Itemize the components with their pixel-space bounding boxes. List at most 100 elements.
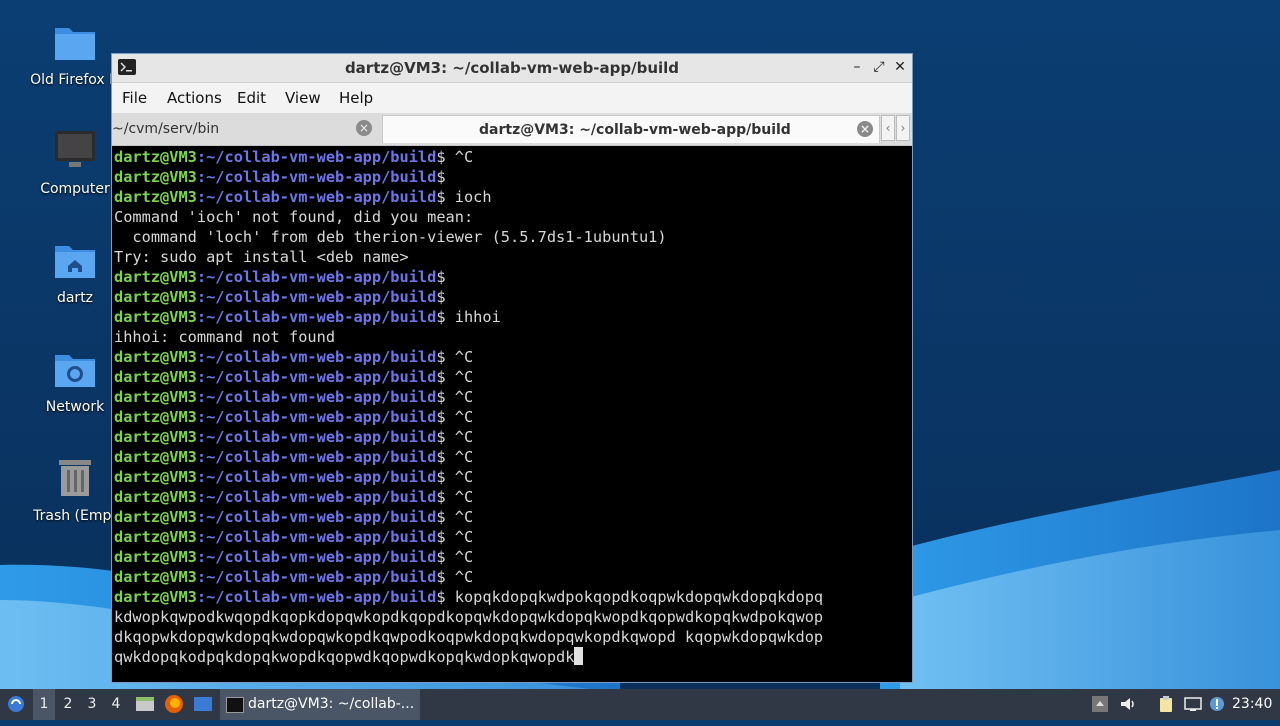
tab-label: dartz@VM3: ~/collab-vm-web-app/build [479, 122, 791, 138]
prompt-path: :~/collab-vm-web-app/build [196, 528, 437, 546]
line-text: $ kopqkdopqkwdpokqopdkoqpwkdopqwkdopqkdo… [436, 588, 824, 606]
prompt-path: :~/collab-vm-web-app/build [196, 268, 437, 286]
workspace-3[interactable]: 3 [81, 689, 103, 720]
prompt-user: dartz@VM3 [114, 288, 197, 306]
terminal-line: dartz@VM3:~/collab-vm-web-app/build$ ^C [114, 527, 910, 547]
line-text: $ [436, 288, 446, 306]
line-text: $ ioch [436, 188, 492, 206]
menubar: File Actions Edit View Help [112, 83, 912, 113]
line-text: $ ^C [436, 148, 474, 166]
prompt-path: :~/collab-vm-web-app/build [196, 408, 437, 426]
terminal-output[interactable]: dartz@VM3:~/collab-vm-web-app/build$ ^C d… [114, 147, 910, 679]
update-notifier-icon[interactable] [1208, 695, 1226, 713]
terminal-line: command 'loch' from deb therion-viewer (… [114, 227, 910, 247]
prompt-user: dartz@VM3 [114, 188, 197, 206]
taskbar-task-terminal[interactable]: dartz@VM3: ~/collab-... [220, 689, 420, 720]
prompt-path: :~/collab-vm-web-app/build [196, 288, 437, 306]
tray-up-arrow-icon[interactable] [1091, 695, 1109, 713]
menu-file[interactable]: File [122, 89, 147, 107]
terminal-line: dartz@VM3:~/collab-vm-web-app/build$ [114, 267, 910, 287]
prompt-user: dartz@VM3 [114, 408, 197, 426]
show-desktop-icon[interactable] [192, 689, 214, 720]
home-folder-icon [55, 246, 95, 278]
network-icon[interactable] [1184, 695, 1202, 713]
tab-cvm-serv-bin[interactable]: ~/cvm/serv/bin × [112, 115, 380, 143]
window-titlebar[interactable]: dartz@VM3: ~/collab-vm-web-app/build – ⤢… [112, 54, 912, 83]
prompt-user: dartz@VM3 [114, 308, 197, 326]
terminal-line: dartz@VM3:~/collab-vm-web-app/build$ ^C [114, 387, 910, 407]
file-manager-icon[interactable] [134, 689, 156, 720]
prompt-user: dartz@VM3 [114, 548, 197, 566]
line-text: ihhoi: command not found [114, 328, 336, 346]
terminal-window: dartz@VM3: ~/collab-vm-web-app/build – ⤢… [111, 53, 913, 683]
menu-actions[interactable]: Actions [167, 89, 222, 107]
line-text: $ ^C [436, 428, 474, 446]
prompt-path: :~/collab-vm-web-app/build [196, 368, 437, 386]
terminal-line: dartz@VM3:~/collab-vm-web-app/build$ ioc… [114, 187, 910, 207]
line-text: $ ^C [436, 568, 474, 586]
network-folder-icon [55, 355, 95, 387]
prompt-path: :~/collab-vm-web-app/build [196, 428, 437, 446]
terminal-line: dartz@VM3:~/collab-vm-web-app/build$ [114, 287, 910, 307]
workspace-1[interactable]: 1 [33, 689, 55, 720]
prompt-user: dartz@VM3 [114, 368, 197, 386]
terminal-line: dartz@VM3:~/collab-vm-web-app/build$ ^C [114, 347, 910, 367]
line-text: $ ^C [436, 408, 474, 426]
line-text: $ ihhoi [436, 308, 501, 326]
prompt-user: dartz@VM3 [114, 168, 197, 186]
line-text: $ ^C [436, 468, 474, 486]
clipboard-icon[interactable] [1157, 695, 1175, 713]
terminal-line: dartz@VM3:~/collab-vm-web-app/build$ ^C [114, 427, 910, 447]
volume-icon[interactable] [1119, 695, 1137, 713]
tab-close-icon[interactable]: × [356, 120, 372, 136]
terminal-line: Try: sudo apt install <deb name> [114, 247, 910, 267]
tab-scroll-left-icon[interactable]: ‹ [881, 115, 895, 141]
workspace-4[interactable]: 4 [105, 689, 127, 720]
terminal-line: qwkdopqkodpqkdopqkwopdkqopwdkqopwdkopqkw… [114, 647, 910, 667]
prompt-path: :~/collab-vm-web-app/build [196, 348, 437, 366]
terminal-line: dartz@VM3:~/collab-vm-web-app/build$ [114, 167, 910, 187]
terminal-cursor [574, 647, 584, 665]
prompt-path: :~/collab-vm-web-app/build [196, 568, 437, 586]
line-text: $ ^C [436, 508, 474, 526]
menu-edit[interactable]: Edit [237, 89, 266, 107]
terminal-line: Command 'ioch' not found, did you mean: [114, 207, 910, 227]
terminal-line: dartz@VM3:~/collab-vm-web-app/build$ ^C [114, 487, 910, 507]
start-menu-icon[interactable] [4, 689, 28, 720]
tab-close-icon[interactable]: × [857, 121, 873, 137]
prompt-path: :~/collab-vm-web-app/build [196, 448, 437, 466]
terminal-line: dartz@VM3:~/collab-vm-web-app/build$ ^C [114, 147, 910, 167]
line-text: $ ^C [436, 368, 474, 386]
terminal-line: dartz@VM3:~/collab-vm-web-app/build$ ^C [114, 447, 910, 467]
maximize-icon[interactable]: ⤢ [870, 58, 888, 76]
prompt-user: dartz@VM3 [114, 148, 197, 166]
tab-bar: ~/cvm/serv/bin × dartz@VM3: ~/collab-vm-… [112, 113, 912, 146]
terminal-line: dkqopwkdopqwkdopqkwdopqwkopdkqwpodkoqpwk… [114, 627, 910, 647]
menu-help[interactable]: Help [339, 89, 373, 107]
prompt-user: dartz@VM3 [114, 468, 197, 486]
terminal-line: dartz@VM3:~/collab-vm-web-app/build$ ^C [114, 407, 910, 427]
prompt-user: dartz@VM3 [114, 428, 197, 446]
task-label: dartz@VM3: ~/collab-... [248, 696, 415, 712]
line-text: $ ^C [436, 348, 474, 366]
close-icon[interactable]: ✕ [891, 58, 909, 76]
line-text: qwkdopqkodpqkdopqkwopdkqopwdkqopwdkopqkw… [114, 648, 575, 666]
line-text: $ ^C [436, 488, 474, 506]
workspace-2[interactable]: 2 [57, 689, 79, 720]
line-text: $ ^C [436, 448, 474, 466]
menu-view[interactable]: View [285, 89, 321, 107]
prompt-path: :~/collab-vm-web-app/build [196, 148, 437, 166]
prompt-path: :~/collab-vm-web-app/build [196, 488, 437, 506]
line-text: $ [436, 268, 446, 286]
terminal-line: kdwopkqwpodkwqopdkqopkdopqwkopdkqopdkopq… [114, 607, 910, 627]
prompt-user: dartz@VM3 [114, 348, 197, 366]
line-text: $ ^C [436, 388, 474, 406]
prompt-path: :~/collab-vm-web-app/build [196, 388, 437, 406]
tab-scroll-right-icon[interactable]: › [896, 115, 910, 141]
tab-collab-vm-build[interactable]: dartz@VM3: ~/collab-vm-web-app/build × [382, 115, 880, 143]
line-text: kdwopkqwpodkwqopdkqopkdopqwkopdkqopdkopq… [114, 608, 824, 626]
firefox-icon[interactable] [163, 689, 185, 720]
minimize-icon[interactable]: – [848, 58, 866, 76]
prompt-user: dartz@VM3 [114, 268, 197, 286]
tab-label: ~/cvm/serv/bin [112, 121, 220, 137]
